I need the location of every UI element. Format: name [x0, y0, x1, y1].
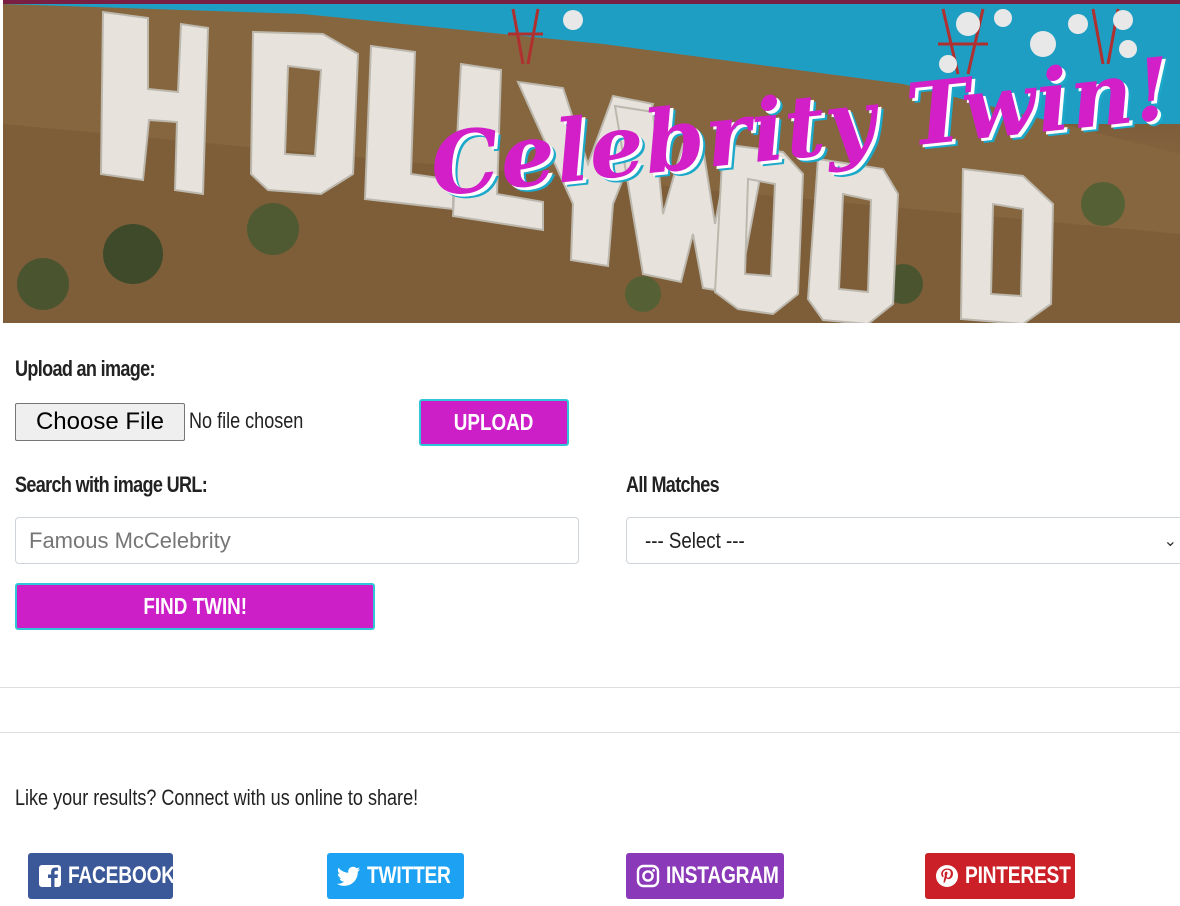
instagram-button[interactable]: INSTAGRAM — [626, 853, 784, 899]
divider-top — [0, 687, 1180, 688]
search-url-label: Search with image URL: — [15, 472, 208, 497]
twitter-icon — [337, 866, 360, 886]
choose-file-button[interactable]: Choose File — [15, 403, 185, 441]
find-twin-button-label: FIND TWIN! — [143, 593, 247, 619]
page: Celebrity Twin! Upload an image: Choose … — [0, 0, 1180, 906]
matches-select[interactable]: --- Select --- ⌄ — [626, 517, 1180, 564]
chevron-down-icon: ⌄ — [1163, 533, 1177, 550]
matches-select-value: --- Select --- — [645, 528, 745, 553]
instagram-icon — [636, 864, 660, 888]
all-matches-label: All Matches — [626, 472, 720, 497]
upload-button[interactable]: UPLOAD — [419, 399, 569, 446]
upload-label: Upload an image: — [15, 356, 156, 381]
image-url-input[interactable] — [15, 517, 579, 564]
pinterest-icon — [936, 865, 958, 887]
hero-banner: Celebrity Twin! — [3, 0, 1180, 323]
twitter-label: TWITTER — [367, 862, 451, 889]
upload-button-label: UPLOAD — [454, 409, 534, 435]
find-twin-button[interactable]: FIND TWIN! — [15, 583, 375, 630]
divider-bottom — [0, 732, 1180, 733]
facebook-label: FACEBOOK — [68, 862, 173, 889]
facebook-icon — [39, 865, 61, 887]
file-status-text: No file chosen — [189, 408, 304, 433]
twitter-button[interactable]: TWITTER — [327, 853, 464, 899]
instagram-label: INSTAGRAM — [666, 862, 779, 889]
pinterest-label: PINTEREST — [965, 862, 1071, 889]
share-prompt: Like your results? Connect with us onlin… — [15, 785, 419, 810]
facebook-button[interactable]: FACEBOOK — [28, 853, 173, 899]
pinterest-button[interactable]: PINTEREST — [925, 853, 1075, 899]
